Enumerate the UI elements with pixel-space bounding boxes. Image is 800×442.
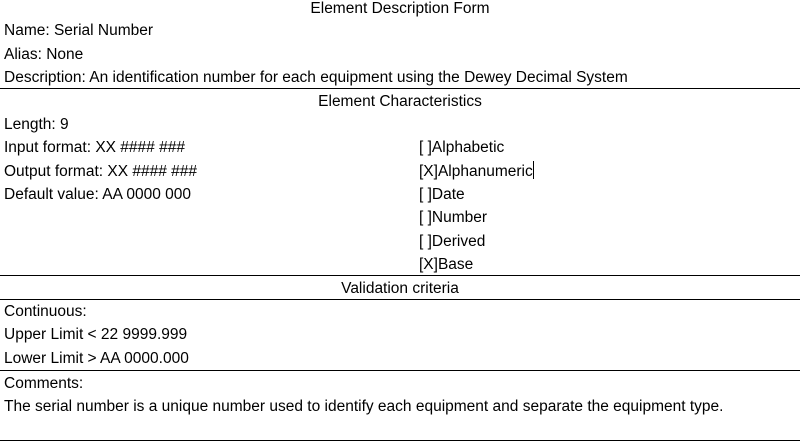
text-cursor (532, 161, 534, 179)
description-field: Description: An identification number fo… (4, 69, 628, 86)
section-divider (0, 370, 800, 371)
section-divider (0, 299, 800, 300)
section-divider (0, 88, 800, 89)
type-option-number: [ ]Number (419, 209, 488, 226)
form-title: Element Description Form (310, 0, 490, 17)
name-field: Name: Serial Number (4, 22, 154, 39)
type-option-alphanumeric[interactable]: [X]Alphanumeric (419, 160, 534, 183)
comments-label: Comments: (4, 375, 84, 392)
element-description-form: Element Description Form Name: Serial Nu… (0, 0, 800, 442)
type-option-base: [X]Base (419, 256, 474, 273)
input-format-field: Input format: XX #### ### (4, 139, 185, 156)
continuous-label: Continuous: (4, 303, 87, 320)
bottom-border (0, 440, 800, 441)
output-format-field: Output format: XX #### ### (4, 163, 198, 180)
type-option-derived: [ ]Derived (419, 233, 486, 250)
alias-field: Alias: None (4, 46, 84, 63)
upper-limit-field: Upper Limit < 22 9999.999 (4, 326, 188, 343)
section-divider (0, 275, 800, 276)
comments-text: The serial number is a unique number use… (4, 398, 724, 415)
lower-limit-field: Lower Limit > AA 0000.000 (4, 350, 189, 367)
type-option-date: [ ]Date (419, 186, 465, 203)
length-field: Length: 9 (4, 116, 69, 133)
characteristics-heading: Element Characteristics (318, 93, 482, 110)
type-option-alphabetic: [ ]Alphabetic (419, 139, 505, 156)
type-option-alphanumeric-label: [X]Alphanumeric (419, 163, 533, 180)
validation-heading: Validation criteria (341, 280, 459, 297)
default-value-field: Default value: AA 0000 000 (4, 186, 192, 203)
